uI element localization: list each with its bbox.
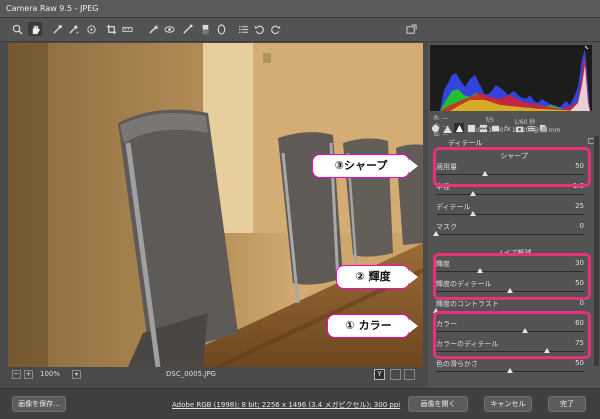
- cancel-button[interactable]: キャンセル: [484, 396, 532, 412]
- swap-icon[interactable]: [390, 369, 401, 380]
- callout-sharpen: ③シャープ: [313, 155, 418, 177]
- hand-icon[interactable]: [28, 22, 42, 36]
- toolbar: +: [0, 18, 600, 42]
- zoom-level: 100%: [40, 370, 61, 378]
- slider-value[interactable]: 0: [580, 299, 584, 307]
- title-bar: Camera Raw 9.5 - JPEG: [0, 0, 600, 18]
- window-title: Camera Raw 9.5 - JPEG: [6, 4, 99, 13]
- done-button[interactable]: 完了: [548, 396, 586, 412]
- slider-value[interactable]: 0: [580, 222, 584, 230]
- slider-row[interactable]: マスク 0: [433, 222, 584, 242]
- tab-snapshots[interactable]: [538, 123, 548, 133]
- open-image-button[interactable]: 画像を開く: [408, 396, 468, 412]
- callout-color-text: ① カラー: [345, 319, 392, 332]
- slider-row[interactable]: ディテール 25: [436, 202, 584, 222]
- spot-removal-icon[interactable]: [146, 22, 160, 36]
- tab-basic[interactable]: [430, 123, 440, 133]
- callout-luminance: ② 輝度: [337, 266, 418, 288]
- panel-scrollbar[interactable]: [594, 136, 599, 366]
- bottom-bar: 画像を保存... Adobe RGB (1998); 8 bit; 2256 x…: [0, 388, 600, 419]
- slider-value[interactable]: 25: [575, 202, 584, 210]
- workflow-options-link[interactable]: Adobe RGB (1998); 8 bit; 2256 x 1496 (3.…: [172, 400, 400, 410]
- rotate-cw-icon[interactable]: [268, 22, 282, 36]
- radial-filter-icon[interactable]: [214, 22, 228, 36]
- slider-track[interactable]: [436, 214, 584, 215]
- zoom-icon[interactable]: [10, 22, 24, 36]
- slider-label: ディテール: [436, 203, 471, 211]
- callout-luminance-text: ② 輝度: [355, 270, 391, 283]
- red-eye-icon[interactable]: [162, 22, 176, 36]
- callout-color: ① カラー: [328, 315, 418, 337]
- callout-sharpen-text: ③シャープ: [334, 159, 388, 172]
- color-sampler-icon[interactable]: +: [66, 22, 80, 36]
- histogram: [430, 45, 592, 111]
- presets-list-icon[interactable]: [236, 22, 250, 36]
- before-after-toggle[interactable]: Y: [374, 369, 385, 380]
- save-image-button[interactable]: 画像を保存...: [12, 396, 66, 412]
- slider-thumb[interactable]: [470, 211, 476, 216]
- svg-text:fx: fx: [503, 124, 511, 133]
- slider-track[interactable]: [436, 194, 584, 195]
- slider-label: マスク: [436, 223, 457, 231]
- highlight-sharpen: [433, 147, 591, 187]
- target-adjust-icon[interactable]: [84, 22, 98, 36]
- graduated-filter-icon[interactable]: [198, 22, 212, 36]
- slider-label: 輝度のコントラスト: [436, 300, 499, 308]
- slider-row[interactable]: 色の滑らかさ 50: [436, 359, 584, 379]
- slider-thumb[interactable]: [433, 231, 439, 236]
- settings-toggle-icon[interactable]: [404, 369, 415, 380]
- filename: DSC_0005.JPG: [166, 370, 216, 378]
- straighten-icon[interactable]: [120, 22, 134, 36]
- slider-thumb[interactable]: [470, 191, 476, 196]
- r-label: R:: [434, 115, 441, 122]
- tab-fx[interactable]: fx: [502, 123, 512, 133]
- status-bar: − + 100% ▾ DSC_0005.JPG Y: [8, 368, 423, 382]
- zoom-out-button[interactable]: −: [12, 370, 21, 379]
- tab-presets[interactable]: [526, 123, 536, 133]
- tab-lens[interactable]: [490, 123, 500, 133]
- crop-icon[interactable]: [104, 22, 118, 36]
- zoom-dropdown[interactable]: ▾: [72, 370, 81, 379]
- panel-tabs: fx: [428, 123, 600, 137]
- tab-detail[interactable]: [454, 123, 464, 133]
- tab-split-toning[interactable]: [478, 123, 488, 133]
- tab-tone-curve[interactable]: [442, 123, 452, 133]
- svg-text:+: +: [75, 30, 79, 35]
- highlight-luminance: [433, 253, 591, 300]
- slider-track[interactable]: [436, 234, 584, 235]
- tab-hsl[interactable]: [466, 123, 476, 133]
- slider-value[interactable]: 50: [575, 359, 584, 367]
- adjustment-brush-icon[interactable]: [180, 22, 194, 36]
- r-value: ---: [441, 115, 449, 122]
- fullscreen-icon[interactable]: [404, 22, 418, 36]
- tab-camera-calibration[interactable]: [514, 123, 524, 133]
- white-balance-icon[interactable]: [50, 22, 64, 36]
- rotate-ccw-icon[interactable]: [252, 22, 266, 36]
- slider-label: 色の滑らかさ: [436, 360, 478, 368]
- slider-thumb[interactable]: [507, 368, 513, 373]
- zoom-in-button[interactable]: +: [24, 370, 33, 379]
- highlight-color: [433, 311, 591, 359]
